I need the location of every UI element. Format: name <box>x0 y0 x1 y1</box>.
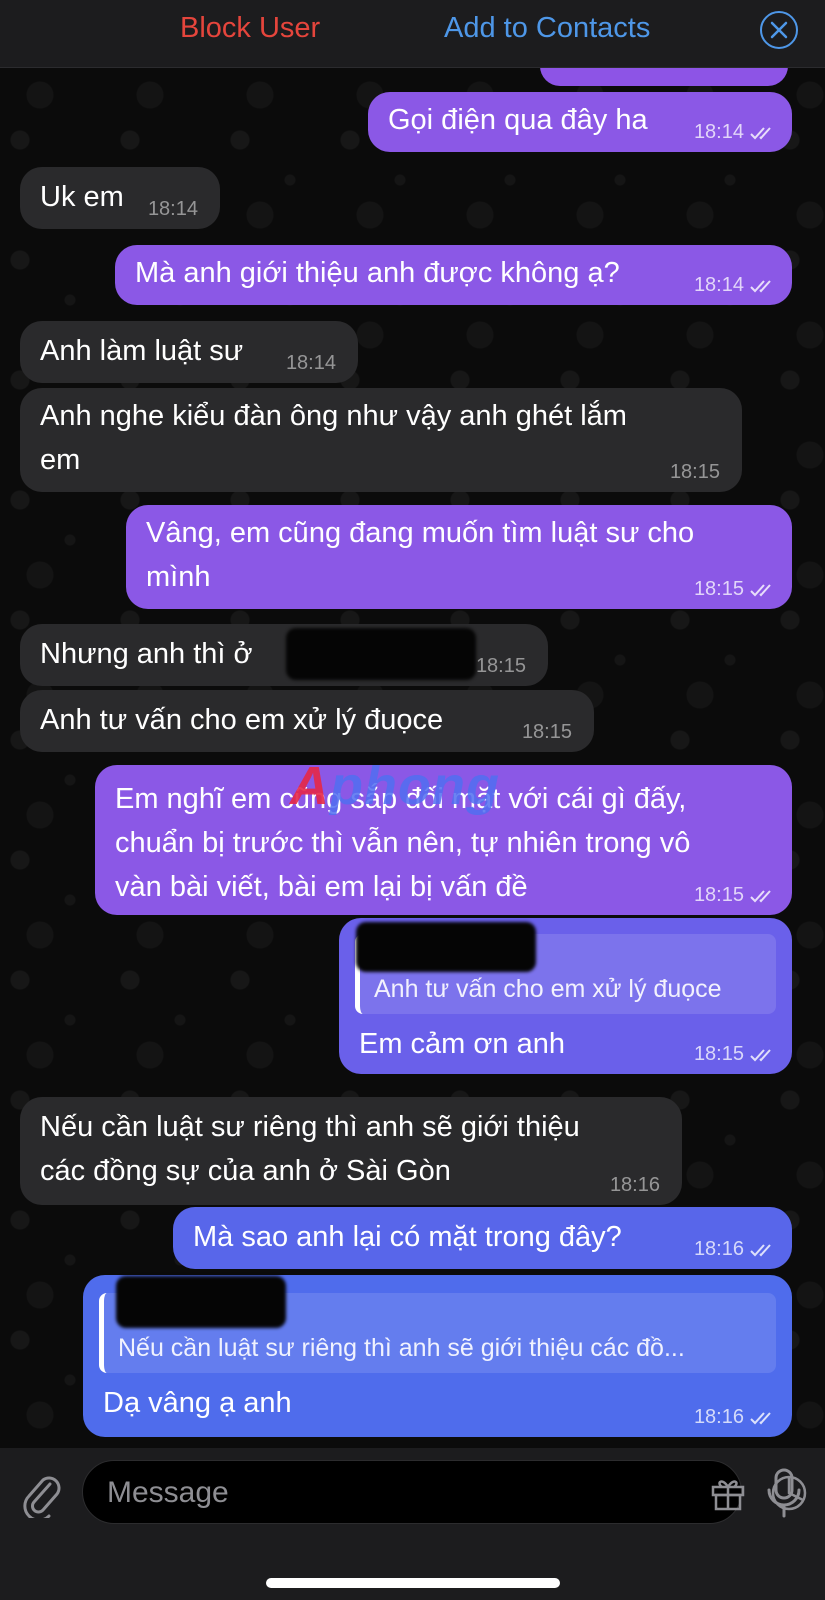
double-check-icon <box>750 1049 771 1062</box>
message-outgoing[interactable]: Gọi điện qua đây ha 18:14 <box>368 92 792 152</box>
add-to-contacts-button[interactable]: Add to Contacts <box>444 12 650 45</box>
message-time: 18:14 <box>147 198 198 220</box>
block-user-button[interactable]: Block User <box>180 12 320 45</box>
message-incoming[interactable]: Uk em 18:14 <box>20 167 220 229</box>
redacted-area <box>286 628 476 680</box>
double-check-icon <box>750 584 771 597</box>
message-time: 18:16 <box>693 1238 744 1260</box>
message-text: Dạ vâng ạ anh <box>103 1387 292 1419</box>
redacted-area <box>356 922 536 972</box>
redacted-area <box>116 1276 286 1328</box>
message-text: Mà anh giới thiệu anh được không ạ? <box>135 257 620 289</box>
message-input-bar <box>0 1448 825 1600</box>
message-incoming[interactable]: Nếu cần luật sư riêng thì anh sẽ giới th… <box>20 1097 682 1205</box>
message-time: 18:14 <box>285 352 336 374</box>
message-text-line: Vâng, em cũng đang muốn tìm luật sư cho <box>146 517 695 549</box>
message-time: 18:15 <box>669 461 720 483</box>
message-outgoing[interactable]: Vâng, em cũng đang muốn tìm luật sư cho … <box>126 505 792 609</box>
message-time: 18:15 <box>475 655 526 677</box>
message-outgoing[interactable]: Mà anh giới thiệu anh được không ạ? 18:1… <box>115 245 792 305</box>
message-time: 18:15 <box>693 1043 744 1065</box>
message-time: 18:15 <box>693 578 744 600</box>
double-check-icon <box>750 890 771 903</box>
message-text-line: mình <box>146 561 211 593</box>
paperclip-icon[interactable] <box>20 1470 64 1522</box>
reply-quote-text: Anh tư vấn cho em xử lý đuọce <box>374 975 722 1003</box>
message-time: 18:14 <box>693 121 744 143</box>
message-incoming[interactable]: Anh làm luật sư 18:14 <box>20 321 358 383</box>
message-time: 18:15 <box>521 721 572 743</box>
double-check-icon <box>750 127 771 140</box>
message-text: Mà sao anh lại có mặt trong đây? <box>193 1221 622 1253</box>
double-check-icon <box>750 280 771 293</box>
message-input[interactable] <box>107 1471 607 1515</box>
message-text-line: chuẩn bị trước thì vẫn nên, tự nhiên tro… <box>115 827 691 859</box>
message-text-line: em <box>40 444 81 476</box>
microphone-icon[interactable] <box>764 1468 804 1520</box>
message-text-line: Nếu cần luật sư riêng thì anh sẽ giới th… <box>40 1111 580 1143</box>
double-check-icon <box>750 1244 771 1257</box>
home-indicator <box>266 1578 560 1588</box>
message-time: 18:15 <box>693 884 744 906</box>
top-action-bar: Block User Add to Contacts <box>0 0 825 68</box>
watermark-logo: Aphong <box>290 756 500 816</box>
message-text-line: các đồng sự của anh ở Sài Gòn <box>40 1155 451 1187</box>
message-time: 18:16 <box>609 1174 660 1196</box>
message-field[interactable] <box>82 1460 807 1524</box>
message-time: 18:14 <box>693 274 744 296</box>
message-text: Anh tư vấn cho em xử lý đuọce <box>40 704 444 736</box>
message-time: 18:16 <box>693 1406 744 1428</box>
close-icon[interactable] <box>760 11 798 49</box>
reply-quote-text: Nếu cần luật sư riêng thì anh sẽ giới th… <box>118 1334 685 1362</box>
message-incoming[interactable]: Anh nghe kiểu đàn ông như vậy anh ghét l… <box>20 388 742 492</box>
message-outgoing[interactable]: Mà sao anh lại có mặt trong đây? 18:16 <box>173 1207 792 1269</box>
message-incoming[interactable]: Anh tư vấn cho em xử lý đuọce 18:15 <box>20 690 594 752</box>
message-text: Em cảm ơn anh <box>359 1028 565 1060</box>
gift-icon[interactable] <box>708 1473 748 1513</box>
message-text-line: vàn bài viết, bài em lại bị vấn đề <box>115 871 528 903</box>
message-text-line: Anh nghe kiểu đàn ông như vậy anh ghét l… <box>40 400 627 432</box>
double-check-icon <box>750 1412 771 1425</box>
